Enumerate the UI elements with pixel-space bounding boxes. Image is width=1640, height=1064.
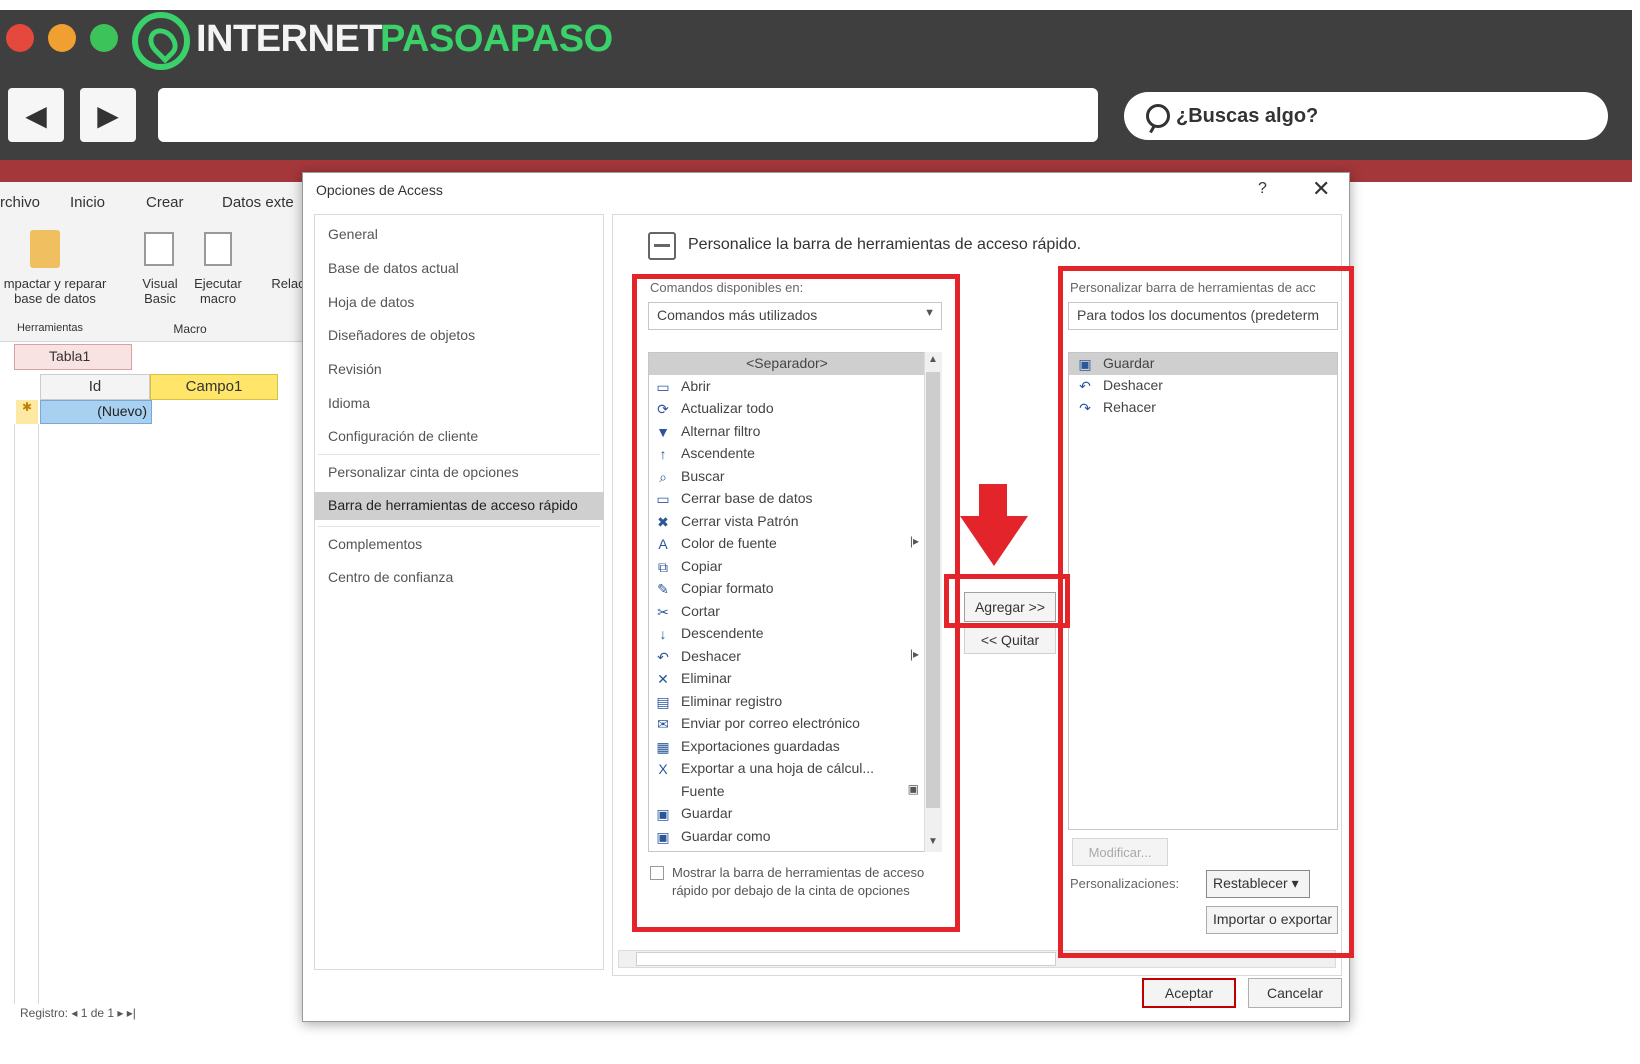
annotation-arrow-icon [979,484,1007,518]
remove-button[interactable]: << Quitar [964,626,1056,654]
ok-button[interactable]: Aceptar [1142,978,1236,1008]
nav-item-add-ins[interactable]: Complementos [328,536,422,552]
ribbon-tab-crear[interactable]: Crear [146,194,184,211]
new-record-cell[interactable]: (Nuevo) [40,400,152,424]
nav-divider [318,454,600,455]
compact-repair-icon [30,230,60,268]
cancel-button[interactable]: Cancelar [1248,978,1342,1008]
nav-item-language[interactable]: Idioma [328,395,370,411]
panel-heading: Personalice la barra de herramientas de … [688,236,1082,253]
forward-button[interactable]: ▶ [80,88,136,142]
visual-basic-icon [144,232,174,266]
dialog-title: Opciones de Access [316,182,443,198]
annotation-box-toolbar [1058,266,1354,958]
help-icon[interactable]: ? [1258,180,1267,198]
annotation-box-add [944,574,1070,628]
search-icon [1146,104,1170,128]
nav-item-client-settings[interactable]: Configuración de cliente [328,428,478,444]
run-macro-icon [204,232,232,266]
horizontal-scrollbar-thumb[interactable] [636,952,1056,966]
nav-item-general[interactable]: General [328,226,378,242]
column-header-campo1[interactable]: Campo1 [150,374,278,400]
address-bar[interactable] [158,88,1098,142]
ribbon-group-macro: Macro [173,322,207,336]
ribbon-tab-datos-externos[interactable]: Datos exte [222,194,294,211]
toolbar-customize-icon [648,232,676,260]
annotation-box-commands [632,274,960,932]
table-tab[interactable]: Tabla1 [14,344,132,370]
back-button[interactable]: ◀ [8,88,64,142]
site-logo-text: INTERNET [196,18,383,60]
run-macro-button[interactable]: Ejecutar macro [186,276,250,306]
back-arrow-icon: ◀ [25,99,47,131]
minimize-window-dot[interactable] [48,24,76,52]
close-icon[interactable]: ✕ [1312,176,1330,202]
site-logo-icon [132,12,190,70]
nav-item-datasheet[interactable]: Hoja de datos [328,294,414,310]
search-placeholder: ¿Buscas algo? [1176,104,1319,127]
nav-item-proofing[interactable]: Revisión [328,361,382,377]
grid-line [14,424,15,1004]
datasheet-area [0,342,310,1022]
nav-item-trust-center[interactable]: Centro de confianza [328,569,453,585]
nav-item-customize-ribbon[interactable]: Personalizar cinta de opciones [328,464,519,480]
ribbon-group-tools: Herramientas [16,322,84,334]
nav-item-quick-access-toolbar[interactable]: Barra de herramientas de acceso rápido [328,497,578,513]
annotation-arrow-head-icon [960,516,1028,566]
visual-basic-button[interactable]: Visual Basic [132,276,188,306]
close-window-dot[interactable] [6,24,34,52]
column-header-id[interactable]: Id [40,374,150,400]
new-record-marker: ✱ [16,400,38,424]
maximize-window-dot[interactable] [90,24,118,52]
site-logo-text-accent: PASOAPASO [380,18,613,60]
forward-arrow-icon: ▶ [97,99,119,131]
search-box[interactable]: ¿Buscas algo? [1124,92,1608,140]
ribbon-tab-archivo[interactable]: rchivo [0,194,40,211]
nav-item-object-designers[interactable]: Diseñadores de objetos [328,327,475,343]
grid-line [38,424,39,1004]
ribbon-tab-inicio[interactable]: Inicio [70,194,105,211]
nav-divider [318,526,600,527]
compact-repair-button[interactable]: mpactar y reparar base de datos [0,276,110,306]
nav-item-current-database[interactable]: Base de datos actual [328,260,459,276]
